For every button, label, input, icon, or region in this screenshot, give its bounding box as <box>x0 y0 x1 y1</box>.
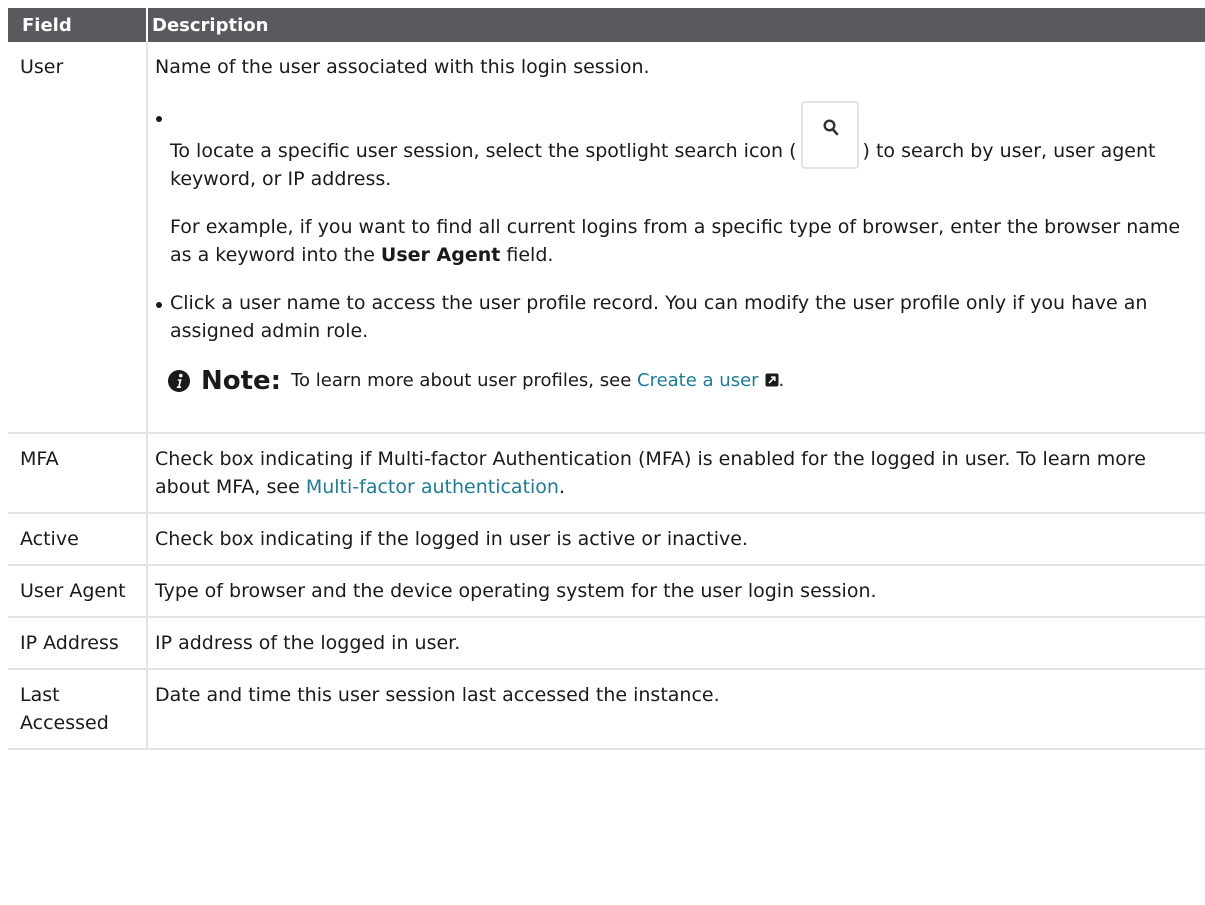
description-cell: Date and time this user session last acc… <box>147 669 1205 750</box>
field-cell: Active <box>8 513 148 566</box>
bullet-list: To locate a specific user session, selec… <box>155 101 1195 395</box>
list-item: Click a user name to access the user pro… <box>155 289 1195 395</box>
table-row-last-accessed: Last Accessed Date and time this user se… <box>8 669 1205 750</box>
field-cell: MFA <box>8 433 148 514</box>
description-text: Check box indicating if Multi-factor Aut… <box>155 448 1146 498</box>
field-cell: User Agent <box>8 565 148 618</box>
field-cell: User <box>8 42 148 434</box>
external-link-icon <box>765 373 779 387</box>
description-cell: Type of browser and the device operating… <box>147 565 1205 618</box>
field-cell: IP Address <box>8 617 148 670</box>
sub-paragraph-text: For example, if you want to find all cur… <box>170 216 1181 266</box>
table-header-row: Field Description <box>8 0 1205 42</box>
mfa-link[interactable]: Multi-factor authentication <box>306 476 559 498</box>
note-label: Note: <box>201 366 282 396</box>
create-user-link[interactable]: Create a user <box>637 370 779 391</box>
description-cell: Name of the user associated with this lo… <box>147 42 1205 434</box>
description-cell: IP address of the logged in user. <box>147 617 1205 670</box>
description-text: Name of the user associated with this lo… <box>155 56 650 78</box>
note-text: To learn more about user profiles, see C… <box>291 367 784 395</box>
note-callout: Note: To learn more about user profiles,… <box>167 367 1195 395</box>
table-row-mfa: MFA Check box indicating if Multi-factor… <box>8 433 1205 514</box>
note-body: To learn more about user profiles, see <box>291 370 637 391</box>
description-cell: Check box indicating if the logged in us… <box>147 513 1205 566</box>
bullet-text: To locate a specific user session, selec… <box>170 140 797 162</box>
sub-paragraph-text: field. <box>500 244 554 266</box>
table-row-ip-address: IP Address IP address of the logged in u… <box>8 617 1205 670</box>
field-description-table: Field Description User Name of the user … <box>8 0 1205 750</box>
table-row-user: User Name of the user associated with th… <box>8 42 1205 434</box>
description-end: . <box>558 476 566 498</box>
link-text[interactable]: Create a user <box>637 370 759 391</box>
list-item: To locate a specific user session, selec… <box>155 101 1195 269</box>
table-row-active: Active Check box indicating if the logge… <box>8 513 1205 566</box>
table-row-user-agent: User Agent Type of browser and the devic… <box>8 565 1205 618</box>
sub-paragraph: For example, if you want to find all cur… <box>170 213 1195 269</box>
bold-term: User Agent <box>380 244 501 266</box>
field-cell: Last Accessed <box>8 669 148 750</box>
search-icon <box>823 119 838 136</box>
info-icon <box>168 370 190 392</box>
note-end: . <box>778 370 785 391</box>
column-header-field: Field <box>8 0 148 42</box>
column-header-description: Description <box>147 0 1205 42</box>
bullet-text: Click a user name to access the user pro… <box>170 292 1148 342</box>
description-cell: Check box indicating if Multi-factor Aut… <box>147 433 1205 514</box>
spotlight-search-button[interactable] <box>800 101 859 169</box>
